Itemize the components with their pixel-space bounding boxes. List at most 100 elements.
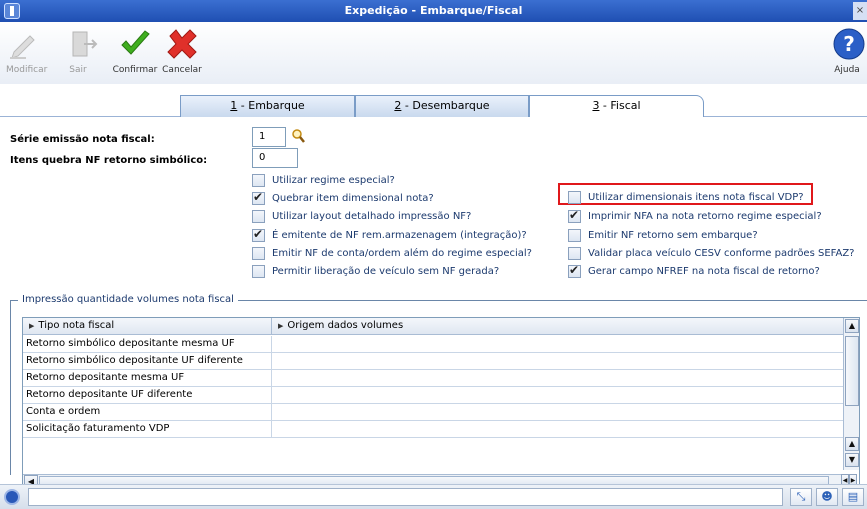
modificar-icon xyxy=(10,35,35,59)
volumes-grid: ▶ Tipo nota fiscal ▶ Origem dados volumes … xyxy=(22,317,860,491)
ajuda-label: Ajuda xyxy=(834,65,860,75)
status-field xyxy=(28,488,783,506)
tab-fiscal-label: - Fiscal xyxy=(599,99,641,112)
checkbox-conta-ordem[interactable]: Emitir NF de conta/ordem além do regime … xyxy=(252,245,532,261)
status-icon[interactable] xyxy=(4,489,20,505)
itens-label: Itens quebra NF retorno simbólico: xyxy=(10,155,208,166)
checkbox-label: Validar placa veículo CESV conforme padr… xyxy=(588,247,855,259)
checkbox-box[interactable] xyxy=(252,246,265,260)
cell-tipo: Solicitação faturamento VDP xyxy=(23,421,272,438)
group-title: Impressão quantidade volumes nota fiscal xyxy=(18,294,238,305)
checkbox-box[interactable] xyxy=(568,246,581,260)
ajuda-button[interactable]: ? Ajuda xyxy=(831,26,865,75)
checkbox-imprimir-nfa[interactable]: Imprimir NFA na nota retorno regime espe… xyxy=(568,208,822,224)
cell-tipo: Conta e ordem xyxy=(23,404,272,421)
checkbox-dimensionais-vdp[interactable]: Utilizar dimensionais itens nota fiscal … xyxy=(568,189,804,205)
tab-embarque[interactable]: 1 - Embarque xyxy=(180,95,355,117)
checkbox-box[interactable] xyxy=(568,263,581,278)
cell-origem[interactable] xyxy=(272,353,843,370)
confirmar-icon xyxy=(121,30,150,55)
modificar-label: Modificar xyxy=(6,65,48,75)
close-button[interactable]: × xyxy=(853,2,867,20)
svg-text:?: ? xyxy=(843,32,855,56)
modificar-button[interactable]: Modificar xyxy=(6,26,47,75)
checkbox-box[interactable] xyxy=(568,190,581,204)
checkbox-label: Gerar campo NFREF na nota fiscal de reto… xyxy=(588,265,820,277)
scroll-down-icon[interactable]: ▼ xyxy=(845,453,859,467)
title-bar: Expedição - Embarque/Fiscal × xyxy=(0,0,867,22)
checkbox-label: Utilizar layout detalhado impressão NF? xyxy=(272,210,472,222)
ajuda-icon: ? xyxy=(833,28,865,60)
checkbox-box[interactable] xyxy=(252,190,265,205)
tab-desembarque-label: - Desembarque xyxy=(401,99,490,112)
tab-embarque-label: - Embarque xyxy=(237,99,305,112)
cell-origem[interactable] xyxy=(272,404,843,421)
cell-tipo: Retorno depositante mesma UF xyxy=(23,370,272,387)
checkbox-layout-detalhado[interactable]: Utilizar layout detalhado impressão NF? xyxy=(252,208,471,224)
table-row[interactable]: Retorno simbólico depositante UF diferen… xyxy=(23,353,843,370)
checkbox-label: Utilizar regime especial? xyxy=(272,174,395,186)
column-header-origem[interactable]: ▶ Origem dados volumes xyxy=(272,318,843,335)
checkbox-validar-placa[interactable]: Validar placa veículo CESV conforme padr… xyxy=(568,245,854,261)
toolbar: Modificar Sair Confirmar Cancelar ? Ajud… xyxy=(0,22,867,84)
status-bar: ⤡ ☻ ▤ xyxy=(0,484,867,509)
checkbox-label: Utilizar dimensionais itens nota fiscal … xyxy=(588,191,804,203)
checkbox-gerar-nfref[interactable]: Gerar campo NFREF na nota fiscal de reto… xyxy=(568,263,820,279)
checkbox-emitente-armazenagem[interactable]: É emitente de NF rem.armazenagem (integr… xyxy=(252,227,527,243)
table-row[interactable]: Solicitação faturamento VDP xyxy=(23,421,843,438)
table-row[interactable]: Retorno depositante mesma UF xyxy=(23,370,843,387)
column-header-tipo[interactable]: ▶ Tipo nota fiscal xyxy=(23,318,272,335)
checkbox-box[interactable] xyxy=(252,227,265,242)
checkbox-box[interactable] xyxy=(568,208,581,223)
serie-input[interactable]: 1 xyxy=(252,127,286,147)
cell-origem[interactable] xyxy=(272,387,843,404)
checkbox-label: Imprimir NFA na nota retorno regime espe… xyxy=(588,210,822,222)
cell-tipo: Retorno depositante UF diferente xyxy=(23,387,272,404)
table-row[interactable]: Retorno simbólico depositante mesma UF xyxy=(23,336,843,353)
checkbox-box[interactable] xyxy=(252,209,265,223)
sort-arrow-icon: ▶ xyxy=(278,322,284,330)
sair-label: Sair xyxy=(69,65,87,75)
checkbox-liberacao-veiculo[interactable]: Permitir liberação de veículo sem NF ger… xyxy=(252,263,499,279)
vertical-scrollbar[interactable]: ▲ ▲ ▼ xyxy=(843,318,859,470)
table-row[interactable]: Conta e ordem xyxy=(23,404,843,421)
sair-button[interactable]: Sair xyxy=(64,26,98,75)
checkbox-quebrar-item-dimensional[interactable]: Quebrar item dimensional nota? xyxy=(252,190,434,206)
cancelar-button[interactable]: Cancelar xyxy=(162,26,202,75)
checkbox-box[interactable] xyxy=(568,228,581,242)
cell-origem[interactable] xyxy=(272,370,843,387)
tab-desembarque[interactable]: 2 - Desembarque xyxy=(355,95,529,117)
window-title: Expedição - Embarque/Fiscal xyxy=(344,4,523,17)
serie-label: Série emissão nota fiscal: xyxy=(10,134,155,145)
checkbox-emitir-nf-sem-embarque[interactable]: Emitir NF retorno sem embarque? xyxy=(568,227,758,243)
checkbox-label: Emitir NF de conta/ordem além do regime … xyxy=(272,247,532,259)
checkbox-utilizar-regime-especial[interactable]: Utilizar regime especial? xyxy=(252,172,395,188)
checkbox-label: Quebrar item dimensional nota? xyxy=(272,192,434,204)
sort-arrow-icon: ▶ xyxy=(29,322,35,330)
column-header-label: Tipo nota fiscal xyxy=(38,320,115,331)
checkbox-label: Emitir NF retorno sem embarque? xyxy=(588,229,758,241)
checkbox-label: É emitente de NF rem.armazenagem (integr… xyxy=(272,229,527,241)
confirmar-label: Confirmar xyxy=(112,65,158,75)
resize-icon[interactable]: ⤡ xyxy=(790,488,812,506)
checkbox-box[interactable] xyxy=(252,264,265,278)
table-row[interactable]: Retorno depositante UF diferente xyxy=(23,387,843,404)
sair-icon xyxy=(72,31,98,57)
tab-fiscal[interactable]: 3 - Fiscal xyxy=(529,95,704,117)
group-border-left xyxy=(10,300,11,475)
user-icon[interactable]: ☻ xyxy=(816,488,838,506)
message-icon[interactable]: ▤ xyxy=(842,488,864,506)
scroll-up-icon[interactable]: ▲ xyxy=(845,319,859,333)
checkbox-label: Permitir liberação de veículo sem NF ger… xyxy=(272,265,500,277)
cell-origem[interactable] xyxy=(272,421,843,438)
search-icon[interactable] xyxy=(291,128,305,144)
cancelar-icon xyxy=(167,29,197,59)
scroll-up-icon[interactable]: ▲ xyxy=(845,437,859,451)
cell-origem[interactable] xyxy=(272,336,843,353)
checkbox-box[interactable] xyxy=(252,173,265,187)
scroll-thumb[interactable] xyxy=(845,336,859,406)
itens-input[interactable]: 0 xyxy=(252,148,298,168)
confirmar-button[interactable]: Confirmar xyxy=(112,26,158,75)
grid-header: ▶ Tipo nota fiscal ▶ Origem dados volumes xyxy=(23,318,843,335)
cell-tipo: Retorno simbólico depositante UF diferen… xyxy=(23,353,272,370)
